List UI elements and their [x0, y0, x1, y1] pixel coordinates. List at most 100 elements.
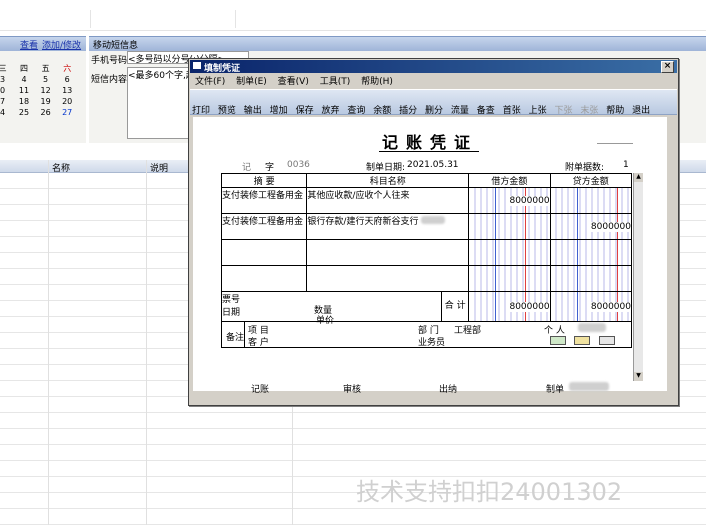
entry-summary[interactable]: [220, 239, 308, 266]
query-button[interactable]: 查询: [347, 106, 365, 116]
entry-account[interactable]: [306, 239, 470, 266]
cal-header: 三: [0, 64, 7, 73]
redacted-preparer: [569, 382, 609, 391]
document-icon[interactable]: [599, 336, 615, 345]
col-account: 科目名称: [306, 173, 470, 188]
entry-summary[interactable]: 支付装修工程备用金: [220, 187, 308, 214]
cal-day[interactable]: 4: [0, 107, 13, 118]
add-edit-link[interactable]: 添加/修改: [42, 38, 81, 51]
menu-file[interactable]: 文件(F): [195, 77, 225, 87]
entry-account[interactable]: 其他应收款/应收个人往来: [306, 187, 470, 214]
entry-debit[interactable]: [468, 239, 551, 266]
cal-header: 六: [63, 64, 72, 73]
cal-day[interactable]: 12: [35, 85, 57, 96]
dialog-title: 填制凭证: [204, 64, 241, 74]
entry-credit[interactable]: [549, 239, 633, 266]
card-icon[interactable]: [550, 336, 566, 345]
redacted-text: [421, 216, 446, 224]
table-row[interactable]: [220, 239, 633, 266]
left-panel-header: 查看 添加/修改: [0, 36, 86, 52]
total-row: 票号 日期 数量 单价 合 计 8000000 8000000: [220, 291, 633, 326]
cal-day[interactable]: 5: [35, 74, 57, 85]
voucher-type[interactable]: 记: [242, 160, 251, 173]
entry-debit[interactable]: [468, 213, 551, 240]
footer-auditor: 审核: [343, 385, 362, 395]
entry-credit[interactable]: [549, 265, 633, 292]
prev-button[interactable]: 上张: [529, 106, 547, 116]
table-row[interactable]: 支付装修工程备用金 银行存款/建行天府新谷支行 8000000: [220, 213, 633, 240]
cal-day[interactable]: 11: [13, 85, 35, 96]
cal-day[interactable]: 25: [13, 107, 35, 118]
view-link[interactable]: 查看: [20, 38, 38, 51]
discard-button[interactable]: 放弃: [321, 106, 339, 116]
entry-debit[interactable]: [468, 265, 551, 292]
bill-info: 票号 日期 数量 单价 合 计: [220, 291, 470, 326]
heading-underline: [379, 151, 479, 153]
menu-tools[interactable]: 工具(T): [320, 77, 351, 87]
entry-credit[interactable]: 8000000: [549, 213, 633, 240]
balance-button[interactable]: 余额: [373, 106, 391, 116]
bill-no-label: 票号: [222, 295, 241, 305]
voucher-date[interactable]: 2021.05.31: [407, 160, 459, 170]
close-icon[interactable]: ×: [661, 61, 674, 73]
add-button[interactable]: 增加: [270, 106, 288, 116]
cal-day[interactable]: 18: [13, 96, 35, 107]
cal-day[interactable]: 0: [0, 85, 13, 96]
preview-button[interactable]: 预览: [218, 106, 236, 116]
heading-rule: [597, 143, 633, 144]
entry-account-text: 银行存款/建行天府新谷支行: [307, 217, 419, 227]
menu-voucher[interactable]: 制单(E): [236, 77, 267, 87]
attach-label: 附单据数:: [565, 163, 605, 173]
exit-button[interactable]: 退出: [632, 106, 650, 116]
scroll-down-icon[interactable]: ▼: [634, 372, 643, 381]
menu-view[interactable]: 查看(V): [278, 77, 309, 87]
entry-credit[interactable]: [549, 187, 633, 214]
dept-value[interactable]: 工程部: [454, 323, 481, 336]
grid-divider: [48, 160, 49, 525]
first-button[interactable]: 首张: [503, 106, 521, 116]
memo-button[interactable]: 备查: [477, 106, 495, 116]
insert-entry-button[interactable]: 插分: [399, 106, 417, 116]
bill-date-label: 日期: [222, 308, 241, 318]
cal-day[interactable]: 26: [35, 107, 57, 118]
last-button[interactable]: 末张: [580, 106, 598, 116]
attach-value[interactable]: 1: [623, 160, 629, 170]
entry-summary[interactable]: [220, 265, 308, 292]
cashflow-button[interactable]: 流量: [451, 106, 469, 116]
menu-help[interactable]: 帮助(H): [361, 77, 393, 87]
scroll-up-icon[interactable]: ▲: [634, 173, 643, 182]
export-button[interactable]: 输出: [244, 106, 262, 116]
next-button[interactable]: 下张: [554, 106, 572, 116]
cal-day[interactable]: 7: [0, 96, 13, 107]
cal-day[interactable]: 3: [0, 74, 13, 85]
table-row[interactable]: 支付装修工程备用金 其他应收款/应收个人往来 8000000: [220, 187, 633, 214]
cal-day[interactable]: 4: [13, 74, 35, 85]
cal-day[interactable]: 13: [56, 85, 78, 96]
remark-row: 备注 项 目 客 户 部 门 工程部 业务员 个 人: [221, 321, 632, 348]
table-row[interactable]: [220, 265, 633, 292]
entry-debit[interactable]: 8000000: [468, 187, 551, 214]
col-summary: 摘 要: [220, 173, 308, 188]
delete-entry-button[interactable]: 删分: [425, 106, 443, 116]
footer-cashier: 出纳: [439, 385, 458, 395]
print-button[interactable]: 打印: [192, 106, 210, 116]
cal-day[interactable]: 19: [35, 96, 57, 107]
camera-icon[interactable]: [574, 336, 590, 345]
cal-day[interactable]: 20: [56, 96, 78, 107]
cal-day[interactable]: 6: [56, 74, 78, 85]
grid-divider: [292, 400, 293, 525]
voucher-number[interactable]: 0036: [287, 160, 310, 170]
col-credit: 贷方金额: [549, 173, 633, 188]
content-label: 短信内容: [91, 75, 128, 85]
save-button[interactable]: 保存: [296, 106, 314, 116]
entry-summary[interactable]: 支付装修工程备用金: [220, 213, 308, 240]
dialog-titlebar[interactable]: 填制凭证 ×: [190, 60, 677, 74]
cal-header: 五: [41, 64, 50, 73]
voucher-dialog: 填制凭证 × 文件(F) 制单(E) 查看(V) 工具(T) 帮助(H) 打印 …: [188, 58, 679, 406]
help-button[interactable]: 帮助: [606, 106, 624, 116]
entry-account[interactable]: 银行存款/建行天府新谷支行: [306, 213, 470, 240]
entry-account[interactable]: [306, 265, 470, 292]
calendar: 三 四 五 六 3 4 5 6 0 11 12 13 7 18 19 20 4 …: [0, 63, 78, 118]
cal-day[interactable]: 27: [56, 107, 78, 118]
vertical-scrollbar[interactable]: ▲ ▼: [633, 173, 643, 381]
